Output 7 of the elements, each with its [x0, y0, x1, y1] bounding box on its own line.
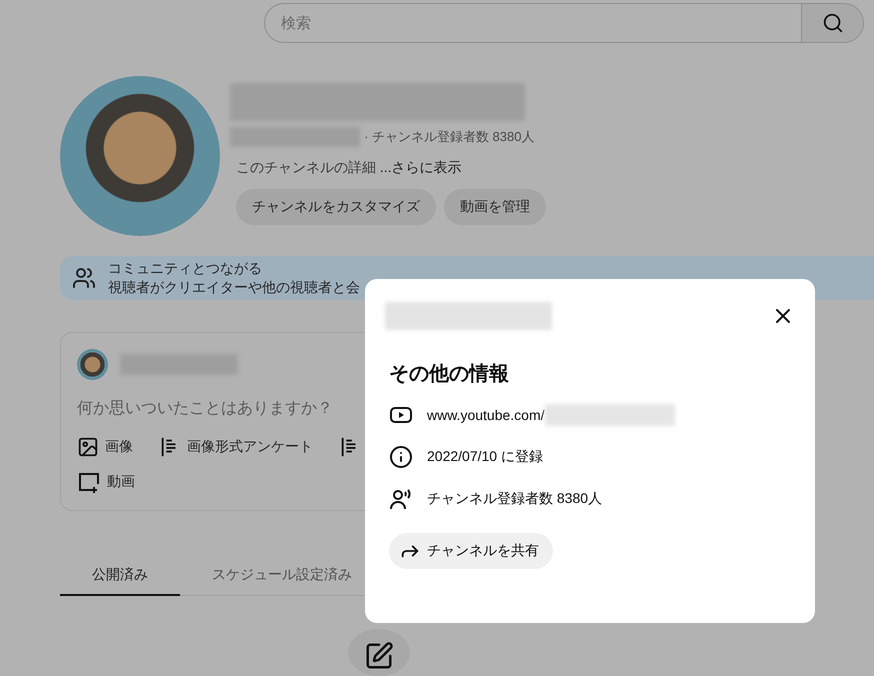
dialog-title: その他の情報 — [389, 362, 510, 387]
detail-text: 2022/07/10 に登録 — [427, 448, 543, 466]
banner-title: コミュニティとつながる — [108, 258, 263, 278]
banner-text: 視聴者がクリエイターや他の視聴者と会 — [108, 278, 360, 297]
channel-description: このチャンネルの詳細 ...さらに表示 — [236, 159, 463, 177]
subscriber-count: · チャンネル登録者数 8380人 — [364, 128, 534, 146]
detail-text: チャンネル登録者数 8380人 — [427, 490, 602, 508]
